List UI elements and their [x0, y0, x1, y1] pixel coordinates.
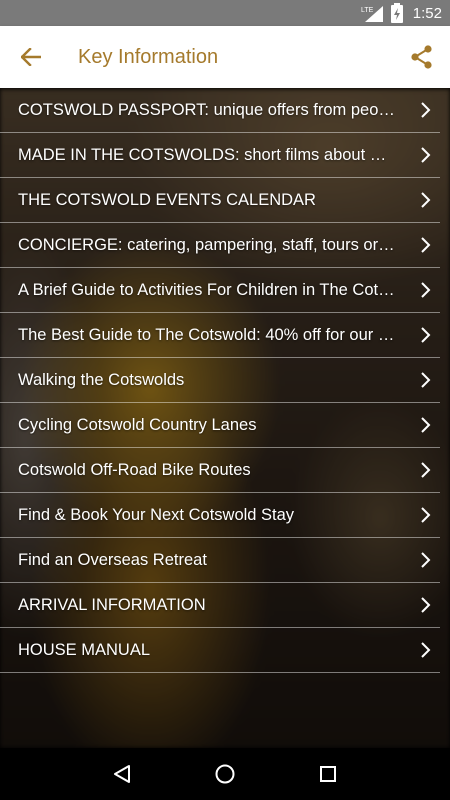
list-item-label: A Brief Guide to Activities For Children… — [18, 280, 396, 299]
content-area: COTSWOLD PASSPORT: unique offers from pe… — [0, 88, 450, 748]
chevron-right-icon — [418, 192, 432, 208]
chevron-right-icon — [418, 282, 432, 298]
chevron-right-icon — [418, 102, 432, 118]
app-bar: Key Information — [0, 26, 450, 88]
key-info-list: COTSWOLD PASSPORT: unique offers from pe… — [0, 88, 450, 673]
list-item-label: HOUSE MANUAL — [18, 640, 151, 659]
list-item[interactable]: HOUSE MANUAL — [0, 628, 440, 673]
signal-icon: LTE — [361, 4, 383, 22]
list-item-label: CONCIERGE: catering, pampering, staff, t… — [18, 235, 396, 254]
list-item-label: Find an Overseas Retreat — [18, 550, 207, 569]
list-item-label: Cotswold Off-Road Bike Routes — [18, 460, 251, 479]
list-item-label: Walking the Cotswolds — [18, 370, 185, 389]
chevron-right-icon — [418, 237, 432, 253]
status-bar: LTE 1:52 — [0, 0, 450, 26]
chevron-right-icon — [418, 372, 432, 388]
share-icon[interactable] — [394, 26, 450, 88]
list-item-label: Cycling Cotswold Country Lanes — [18, 415, 257, 434]
list-item[interactable]: Find an Overseas Retreat — [0, 538, 440, 583]
list-item[interactable]: Walking the Cotswolds — [0, 358, 440, 403]
list-item[interactable]: A Brief Guide to Activities For Children… — [0, 268, 440, 313]
chevron-right-icon — [418, 642, 432, 658]
list-item[interactable]: Find & Book Your Next Cotswold Stay — [0, 493, 440, 538]
chevron-right-icon — [418, 327, 432, 343]
chevron-right-icon — [418, 147, 432, 163]
chevron-right-icon — [418, 507, 432, 523]
list-item-label: MADE IN THE COTSWOLDS: short films about… — [18, 145, 396, 164]
list-item[interactable]: CONCIERGE: catering, pampering, staff, t… — [0, 223, 440, 268]
chevron-right-icon — [418, 417, 432, 433]
list-item[interactable]: COTSWOLD PASSPORT: unique offers from pe… — [0, 88, 440, 133]
status-time: 1:52 — [412, 4, 442, 22]
home-circle-icon[interactable] — [205, 754, 245, 794]
list-item[interactable]: THE COTSWOLD EVENTS CALENDAR — [0, 178, 440, 223]
list-item[interactable]: The Best Guide to The Cotswold: 40% off … — [0, 313, 440, 358]
list-item-label: The Best Guide to The Cotswold: 40% off … — [18, 325, 396, 344]
list-item-label: THE COTSWOLD EVENTS CALENDAR — [18, 190, 316, 209]
list-item[interactable]: ARRIVAL INFORMATION — [0, 583, 440, 628]
system-nav-bar — [0, 748, 450, 800]
battery-icon — [390, 3, 403, 23]
list-item[interactable]: Cycling Cotswold Country Lanes — [0, 403, 440, 448]
chevron-right-icon — [418, 597, 432, 613]
list-item[interactable]: MADE IN THE COTSWOLDS: short films about… — [0, 133, 440, 178]
list-item-label: ARRIVAL INFORMATION — [18, 595, 206, 614]
page-title: Key Information — [78, 45, 219, 68]
chevron-right-icon — [418, 462, 432, 478]
back-triangle-icon[interactable] — [102, 754, 142, 794]
list-item-label: COTSWOLD PASSPORT: unique offers from pe… — [18, 100, 396, 119]
svg-text:LTE: LTE — [361, 7, 374, 14]
list-item-label: Find & Book Your Next Cotswold Stay — [18, 505, 295, 524]
list-item[interactable]: Cotswold Off-Road Bike Routes — [0, 448, 440, 493]
arrow-back-icon[interactable] — [0, 26, 62, 88]
chevron-right-icon — [418, 552, 432, 568]
recents-square-icon[interactable] — [308, 754, 348, 794]
